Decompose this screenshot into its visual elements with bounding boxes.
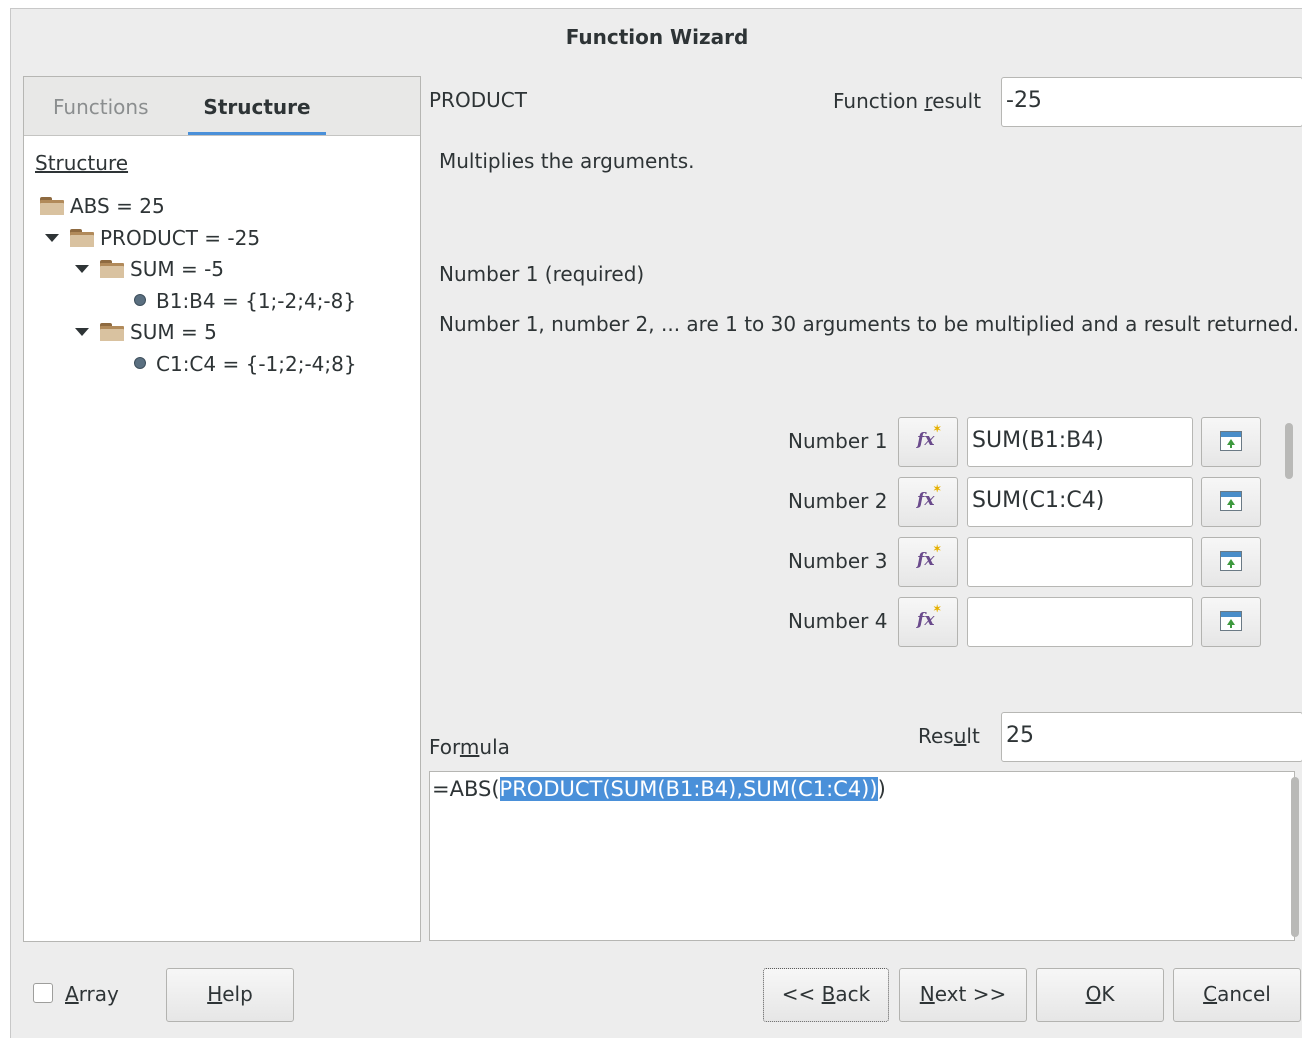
back-button[interactable]: << Back bbox=[763, 968, 889, 1022]
fx-icon: fx ✶ bbox=[917, 424, 942, 450]
tree-node-label: C1:C4 = {-1;2;-4;8} bbox=[156, 352, 357, 376]
formula-prefix: =ABS( bbox=[432, 777, 500, 801]
tree-node-abs[interactable]: ABS = 25 bbox=[40, 191, 165, 221]
result-field[interactable]: 25 bbox=[1001, 712, 1302, 762]
folder-icon bbox=[70, 229, 94, 247]
function-button-2[interactable]: fx ✶ bbox=[898, 477, 958, 527]
structure-heading-label: Structure bbox=[35, 151, 129, 175]
formula-label: Formula bbox=[429, 735, 510, 759]
shrink-icon bbox=[1220, 491, 1242, 511]
number-2-label: Number 2 bbox=[788, 489, 888, 513]
argument-title: Number 1 (required) bbox=[439, 262, 645, 286]
number-3-label: Number 3 bbox=[788, 549, 888, 573]
argument-description: Number 1, number 2, ... are 1 to 30 argu… bbox=[439, 312, 1300, 336]
array-checkbox[interactable] bbox=[33, 983, 53, 1003]
folder-icon bbox=[100, 323, 124, 341]
tree-node-label: SUM = -5 bbox=[130, 257, 225, 281]
formula-selection: PRODUCT(SUM(B1:B4),SUM(C1:C4)) bbox=[499, 777, 878, 801]
tab-structure[interactable]: Structure bbox=[188, 77, 326, 135]
result-label: Result bbox=[918, 724, 980, 748]
number-1-label: Number 1 bbox=[788, 429, 888, 453]
number-4-input[interactable] bbox=[967, 597, 1193, 647]
array-label: Array bbox=[65, 982, 119, 1006]
tree-node-label: PRODUCT = -25 bbox=[100, 226, 261, 250]
cancel-button[interactable]: Cancel bbox=[1173, 968, 1301, 1022]
shrink-button-3[interactable] bbox=[1201, 537, 1261, 587]
bullet-icon bbox=[134, 294, 146, 306]
shrink-button-2[interactable] bbox=[1201, 477, 1261, 527]
next-button[interactable]: Next >> bbox=[899, 968, 1027, 1022]
formula-scrollbar[interactable] bbox=[1291, 777, 1299, 937]
shrink-icon bbox=[1220, 431, 1242, 451]
number-4-label: Number 4 bbox=[788, 609, 888, 633]
tree-node-label: SUM = 5 bbox=[130, 320, 217, 344]
function-description: Multiplies the arguments. bbox=[439, 149, 695, 173]
tree-node-range-c[interactable]: C1:C4 = {-1;2;-4;8} bbox=[134, 349, 357, 379]
function-name: PRODUCT bbox=[429, 88, 527, 112]
expander-arrow-icon[interactable] bbox=[75, 328, 89, 336]
help-button[interactable]: Help bbox=[166, 968, 294, 1022]
number-1-input[interactable]: SUM(B1:B4) bbox=[967, 417, 1193, 467]
structure-heading: Structure bbox=[35, 151, 128, 175]
fx-icon: fx ✶ bbox=[917, 484, 942, 510]
expander-arrow-icon[interactable] bbox=[75, 265, 89, 273]
ok-button[interactable]: OK bbox=[1036, 968, 1164, 1022]
window-title: Function Wizard bbox=[565, 25, 749, 49]
shrink-button-4[interactable] bbox=[1201, 597, 1261, 647]
folder-icon bbox=[100, 260, 124, 278]
shrink-icon bbox=[1220, 551, 1242, 571]
tree-node-product[interactable]: PRODUCT = -25 bbox=[70, 223, 260, 253]
bullet-icon bbox=[134, 357, 146, 369]
tree-node-range-b[interactable]: B1:B4 = {1;-2;4;-8} bbox=[134, 286, 356, 316]
formula-suffix: ) bbox=[877, 777, 886, 801]
number-3-input[interactable] bbox=[967, 537, 1193, 587]
function-button-4[interactable]: fx ✶ bbox=[898, 597, 958, 647]
shrink-button-1[interactable] bbox=[1201, 417, 1261, 467]
function-button-3[interactable]: fx ✶ bbox=[898, 537, 958, 587]
tree-node-sum-2[interactable]: SUM = 5 bbox=[100, 317, 217, 347]
tab-functions[interactable]: Functions bbox=[53, 77, 149, 135]
function-wizard-dialog: Function Wizard Functions Structure Stru… bbox=[10, 8, 1302, 1038]
function-button-1[interactable]: fx ✶ bbox=[898, 417, 958, 467]
arguments-scrollbar[interactable] bbox=[1285, 423, 1293, 479]
fx-icon: fx ✶ bbox=[917, 604, 942, 630]
formula-editor[interactable]: =ABS(PRODUCT(SUM(B1:B4),SUM(C1:C4))) bbox=[429, 771, 1295, 941]
tab-bar: Functions Structure bbox=[24, 77, 420, 136]
function-result-field[interactable]: -25 bbox=[1001, 77, 1302, 127]
expander-arrow-icon[interactable] bbox=[45, 234, 59, 242]
tree-node-sum-1[interactable]: SUM = -5 bbox=[100, 254, 224, 284]
function-result-label: Function result bbox=[833, 89, 982, 113]
left-panel: Functions Structure Structure ABS = 25 P… bbox=[23, 76, 421, 942]
folder-icon bbox=[40, 197, 64, 215]
tree-node-label: B1:B4 = {1;-2;4;-8} bbox=[156, 289, 357, 313]
fx-icon: fx ✶ bbox=[917, 544, 942, 570]
shrink-icon bbox=[1220, 611, 1242, 631]
tree-node-label: ABS = 25 bbox=[70, 194, 165, 218]
number-2-input[interactable]: SUM(C1:C4) bbox=[967, 477, 1193, 527]
